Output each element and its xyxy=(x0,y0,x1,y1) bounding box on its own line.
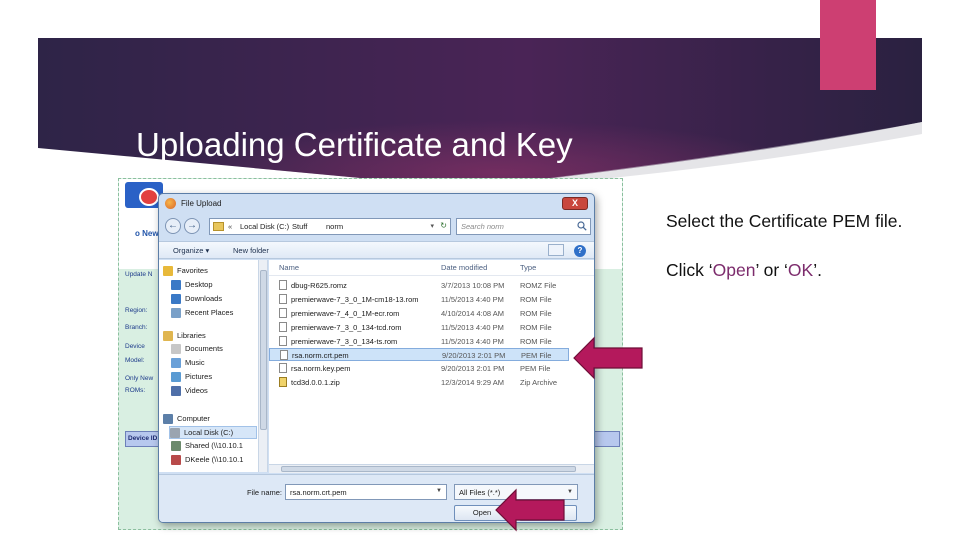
file-row[interactable]: premierwave-7_3_0_134-tcd.rom 11/5/2013 4… xyxy=(269,321,569,334)
background-table-header-label: Device ID xyxy=(128,435,158,442)
file-row-selected[interactable]: rsa.norm.crt.pem 9/20/2013 2:01 PM PEM Fil… xyxy=(269,348,569,361)
nav-pane-scrollbar[interactable] xyxy=(259,260,268,472)
recent-places-icon xyxy=(171,308,181,318)
file-icon xyxy=(279,308,287,318)
highlight-ok: OK xyxy=(787,260,814,280)
back-arrow-icon[interactable]: ← xyxy=(165,218,181,234)
file-row[interactable]: premierwave-7_3_0_134-ts.rom 11/5/2013 4:… xyxy=(269,335,569,348)
file-list: Name Date modified Type dbug-R625.romz 3/… xyxy=(269,260,594,472)
nav-item-local-disk[interactable]: Local Disk (C:) xyxy=(169,426,257,439)
navigation-pane: Favorites Desktop Downloads Recent Place… xyxy=(159,260,259,472)
pointer-arrow-icon xyxy=(573,336,643,380)
view-options-icon[interactable] xyxy=(548,244,564,256)
background-label: Only New xyxy=(125,375,154,382)
address-bar[interactable]: « Local Disk (C:) Stuff norm ▾ ↻ xyxy=(209,218,451,235)
videos-icon xyxy=(171,386,181,396)
help-icon[interactable]: ? xyxy=(574,245,586,257)
network-drive-icon xyxy=(171,441,181,451)
libraries-icon xyxy=(163,331,173,341)
chevron-down-icon: ▼ xyxy=(567,489,573,495)
background-new-link[interactable]: o New xyxy=(135,229,159,238)
instructions: Select the Certificate PEM file. Click ‘… xyxy=(666,210,926,282)
breadcrumb-norm[interactable]: norm xyxy=(326,222,343,231)
chevron-down-icon[interactable]: ▾ xyxy=(430,222,434,230)
file-name-input[interactable] xyxy=(285,484,447,500)
title-banner: Uploading Certificate and Key xyxy=(38,38,922,188)
background-label: Model: xyxy=(125,357,145,364)
instruction-select-file: Select the Certificate PEM file. xyxy=(666,211,903,231)
file-list-scrollbar[interactable] xyxy=(269,464,594,473)
column-header-type[interactable]: Type xyxy=(520,263,536,272)
pointer-arrow-icon xyxy=(495,488,565,532)
search-icon[interactable] xyxy=(577,221,587,231)
background-label: Branch: xyxy=(125,324,148,331)
file-row[interactable]: premierwave-7_4_0_1M-ecr.rom 4/10/2014 4:… xyxy=(269,307,569,320)
background-label: ROMs: xyxy=(125,387,146,394)
dialog-title-bar[interactable]: File Upload X xyxy=(159,194,594,214)
forward-arrow-icon[interactable]: → xyxy=(184,218,200,234)
background-label: Update N xyxy=(125,271,153,278)
zip-file-icon xyxy=(279,377,287,387)
file-name-label: File name: xyxy=(247,488,283,497)
downloads-icon xyxy=(171,294,181,304)
scrollbar-thumb[interactable] xyxy=(260,270,267,430)
instruction-text: ’. xyxy=(813,260,822,280)
search-placeholder: Search norm xyxy=(461,222,504,231)
organize-button[interactable]: Organize ▾ xyxy=(173,246,209,255)
new-folder-button[interactable]: New folder xyxy=(233,246,269,255)
navigation-bar: ← → « Local Disk (C:) Stuff norm ▾ ↻ Sea… xyxy=(159,215,594,239)
file-row[interactable]: tcd3d.0.0.1.zip 12/3/2014 9:29 AM Zip Arch… xyxy=(269,376,569,389)
pictures-icon xyxy=(171,372,181,382)
instruction-text: Click ‘ xyxy=(666,260,713,280)
column-header-date[interactable]: Date modified xyxy=(441,263,487,272)
breadcrumb-stuff[interactable]: Stuff xyxy=(292,222,307,231)
banner-shape xyxy=(38,38,922,188)
instruction-text: ’ or ‘ xyxy=(755,260,788,280)
accent-bar xyxy=(820,0,876,90)
file-row[interactable]: rsa.norm.key.pem 9/20/2013 2:01 PM PEM Fil… xyxy=(269,362,569,375)
breadcrumb-local-disk[interactable]: Local Disk (C:) xyxy=(240,222,289,231)
browser-app-icon xyxy=(165,198,176,209)
highlight-open: Open xyxy=(712,260,756,280)
folder-icon xyxy=(213,222,224,231)
desktop-icon xyxy=(171,280,181,290)
star-icon xyxy=(163,266,173,276)
file-icon xyxy=(279,322,287,332)
dialog-title: File Upload xyxy=(181,199,222,208)
file-icon xyxy=(280,350,288,360)
local-disk-icon xyxy=(170,428,180,438)
dialog-toolbar: Organize ▾ New folder ? xyxy=(159,241,594,259)
background-label: Region: xyxy=(125,307,148,314)
file-row[interactable]: premierwave-7_3_0_1M-cm18-13.rom 11/5/201… xyxy=(269,293,569,306)
file-icon xyxy=(279,336,287,346)
file-icon xyxy=(279,363,287,373)
instruction-click-open: Click ‘Open’ or ‘OK’. xyxy=(666,259,926,282)
close-button[interactable]: X xyxy=(562,197,588,210)
file-row[interactable]: dbug-R625.romz 3/7/2013 10:08 PM ROMZ File xyxy=(269,279,569,292)
search-input[interactable]: Search norm xyxy=(456,218,591,235)
network-drive-icon xyxy=(171,455,181,465)
chevron-down-icon[interactable]: ▼ xyxy=(436,488,442,494)
slide: Uploading Certificate and Key o New Upda… xyxy=(0,0,960,540)
slide-title: Uploading Certificate and Key xyxy=(136,126,573,163)
address-overflow[interactable]: « xyxy=(228,222,232,231)
scrollbar-thumb[interactable] xyxy=(281,466,576,472)
file-icon xyxy=(279,280,287,290)
documents-icon xyxy=(171,344,181,354)
file-upload-dialog: File Upload X ← → « Local Disk (C:) Stuf… xyxy=(158,193,595,523)
column-headers: Name Date modified Type xyxy=(269,260,594,276)
computer-icon xyxy=(163,414,173,424)
music-icon xyxy=(171,358,181,368)
background-label: Device xyxy=(125,343,145,350)
file-icon xyxy=(279,294,287,304)
column-header-name[interactable]: Name xyxy=(279,263,299,272)
refresh-icon[interactable]: ↻ xyxy=(440,221,447,230)
